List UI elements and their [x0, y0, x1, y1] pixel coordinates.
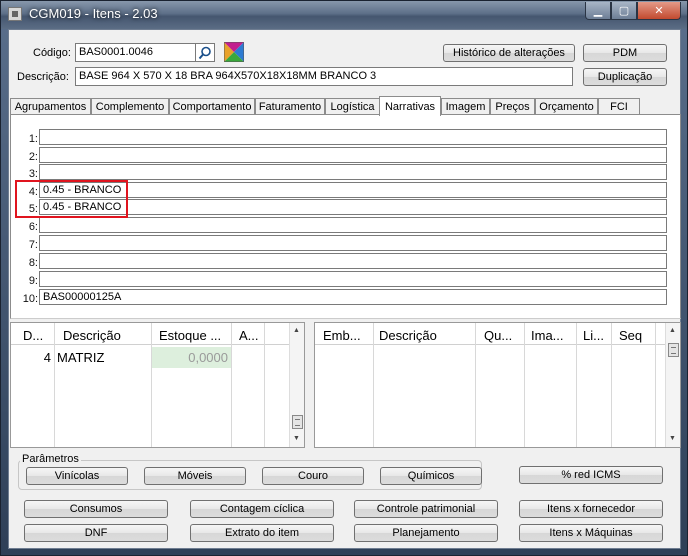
scroll-down-icon[interactable]: ▼: [293, 435, 300, 442]
descricao-input[interactable]: BASE 964 X 570 X 18 BRA 964X570X18X18MM …: [75, 67, 573, 86]
tab-faturamento[interactable]: Faturamento: [255, 98, 325, 115]
title-bar[interactable]: CGM019 - Itens - 2.03 ▁ ▢ ✕: [1, 1, 687, 29]
scroll-thumb[interactable]: [668, 343, 679, 357]
tab-comportamento[interactable]: Comportamento: [169, 98, 255, 115]
highlight-box: [15, 180, 128, 218]
col-header-descricao[interactable]: Descrição: [379, 328, 469, 343]
moveis-button[interactable]: Móveis: [144, 467, 246, 485]
narrativa-input-9[interactable]: [39, 271, 667, 287]
minimize-button[interactable]: ▁: [585, 2, 611, 20]
codigo-label: Código:: [33, 47, 71, 59]
close-icon: ✕: [654, 5, 664, 17]
grid-header: Emb... Descrição Qu... Ima... Li... Seq: [315, 323, 680, 345]
duplicacao-button[interactable]: Duplicação: [583, 68, 667, 86]
app-icon: [8, 7, 22, 21]
historico-button[interactable]: Histórico de alterações: [443, 44, 575, 62]
narrativa-number: 1:: [28, 133, 38, 145]
search-button[interactable]: [195, 43, 215, 62]
codigo-input[interactable]: BAS0001.0046: [75, 43, 196, 62]
client-area: Código: BAS0001.0046 Descrição: BASE 964…: [8, 29, 681, 549]
pdm-button[interactable]: PDM: [583, 44, 667, 62]
consumos-button[interactable]: Consumos: [24, 500, 168, 518]
col-header-seq[interactable]: Seq: [619, 328, 659, 343]
col-header-emb[interactable]: Emb...: [323, 328, 368, 343]
maximize-icon: ▢: [618, 5, 630, 17]
planejamento-button[interactable]: Planejamento: [354, 524, 498, 542]
narrativa-row: 1:: [15, 129, 667, 146]
search-icon: [198, 46, 211, 60]
minimize-icon: ▁: [593, 5, 603, 17]
narrativa-input-8[interactable]: [39, 253, 667, 269]
scroll-down-icon[interactable]: ▼: [669, 435, 676, 442]
narrativa-input-3[interactable]: [39, 164, 667, 180]
narrativa-input-6[interactable]: [39, 217, 667, 233]
narrativa-row: 3:: [15, 164, 667, 181]
tab-precos[interactable]: Preços: [490, 98, 535, 115]
parametros-label: Parâmetros: [20, 453, 81, 465]
col-header-li[interactable]: Li...: [583, 328, 613, 343]
contagem-ciclica-button[interactable]: Contagem cíclica: [190, 500, 334, 518]
red-icms-button[interactable]: % red ICMS: [519, 466, 663, 484]
narrativa-input-2[interactable]: [39, 147, 667, 163]
app-window: CGM019 - Itens - 2.03 ▁ ▢ ✕ Código: BAS0…: [0, 0, 688, 556]
col-header-d[interactable]: D...: [23, 328, 49, 343]
embalagem-grid[interactable]: Emb... Descrição Qu... Ima... Li... Seq …: [314, 322, 681, 448]
dnf-button[interactable]: DNF: [24, 524, 168, 542]
estoque-grid[interactable]: D... Descrição Estoque ... A... 4 MATRIZ…: [10, 322, 305, 448]
narrativa-row: 9:: [15, 271, 667, 288]
itens-maquinas-button[interactable]: Itens x Máquinas: [519, 524, 663, 542]
tab-narrativas[interactable]: Narrativas: [379, 96, 441, 116]
cell-estoque: 0,0000: [152, 347, 231, 368]
narrativa-row: 10: BAS00000125A: [15, 289, 667, 306]
narrativa-input-1[interactable]: [39, 129, 667, 145]
narrativa-input-5[interactable]: 0.45 - BRANCO: [39, 199, 667, 215]
tab-logistica[interactable]: Logística: [325, 98, 380, 115]
narrativa-number: 8:: [28, 257, 38, 269]
scroll-thumb[interactable]: [292, 415, 303, 429]
col-header-qu[interactable]: Qu...: [484, 328, 524, 343]
vinicolas-button[interactable]: Vinícolas: [26, 467, 128, 485]
window-title: CGM019 - Itens - 2.03: [29, 6, 158, 21]
narrativa-input-4[interactable]: 0.45 - BRANCO: [39, 182, 667, 198]
col-header-descricao[interactable]: Descrição: [63, 328, 153, 343]
narrativa-number: 7:: [28, 239, 38, 251]
tab-fci[interactable]: FCI: [598, 98, 640, 115]
col-header-a[interactable]: A...: [239, 328, 265, 343]
tab-agrupamentos[interactable]: Agrupamentos: [10, 98, 91, 115]
narrativa-number: 2:: [28, 151, 38, 163]
controle-patrimonial-button[interactable]: Controle patrimonial: [354, 500, 498, 518]
narrativa-row: 7:: [15, 235, 667, 252]
col-header-ima[interactable]: Ima...: [531, 328, 571, 343]
close-button[interactable]: ✕: [637, 2, 681, 20]
right-grid-scrollbar[interactable]: ▲ ▼: [665, 323, 680, 447]
narrativa-input-10[interactable]: BAS00000125A: [39, 289, 667, 305]
narrativa-number: 3:: [28, 168, 38, 180]
maximize-button[interactable]: ▢: [611, 2, 637, 20]
narrativa-number: 6:: [28, 221, 38, 233]
narrativa-row: 8:: [15, 253, 667, 270]
narrativa-input-7[interactable]: [39, 235, 667, 251]
narrativa-row: 6:: [15, 217, 667, 234]
narrativa-row: 2:: [15, 147, 667, 164]
scroll-up-icon[interactable]: ▲: [293, 327, 300, 334]
tab-orcamento[interactable]: Orçamento: [535, 98, 598, 115]
scroll-up-icon[interactable]: ▲: [669, 327, 676, 334]
itens-fornecedor-button[interactable]: Itens x fornecedor: [519, 500, 663, 518]
cell-d: 4: [43, 350, 51, 365]
narrativa-number: 9:: [28, 275, 38, 287]
quimicos-button[interactable]: Químicos: [380, 467, 482, 485]
col-header-estoque[interactable]: Estoque ...: [159, 328, 233, 343]
extrato-item-button[interactable]: Extrato do item: [190, 524, 334, 542]
descricao-label: Descrição:: [17, 71, 69, 83]
tab-complemento[interactable]: Complemento: [91, 98, 169, 115]
cell-descricao: MATRIZ: [57, 350, 105, 365]
color-picker-icon[interactable]: [224, 42, 244, 62]
tab-imagem[interactable]: Imagem: [441, 98, 490, 115]
couro-button[interactable]: Couro: [262, 467, 364, 485]
narrativa-number: 10:: [22, 293, 38, 305]
left-grid-scrollbar[interactable]: ▲ ▼: [289, 323, 304, 447]
